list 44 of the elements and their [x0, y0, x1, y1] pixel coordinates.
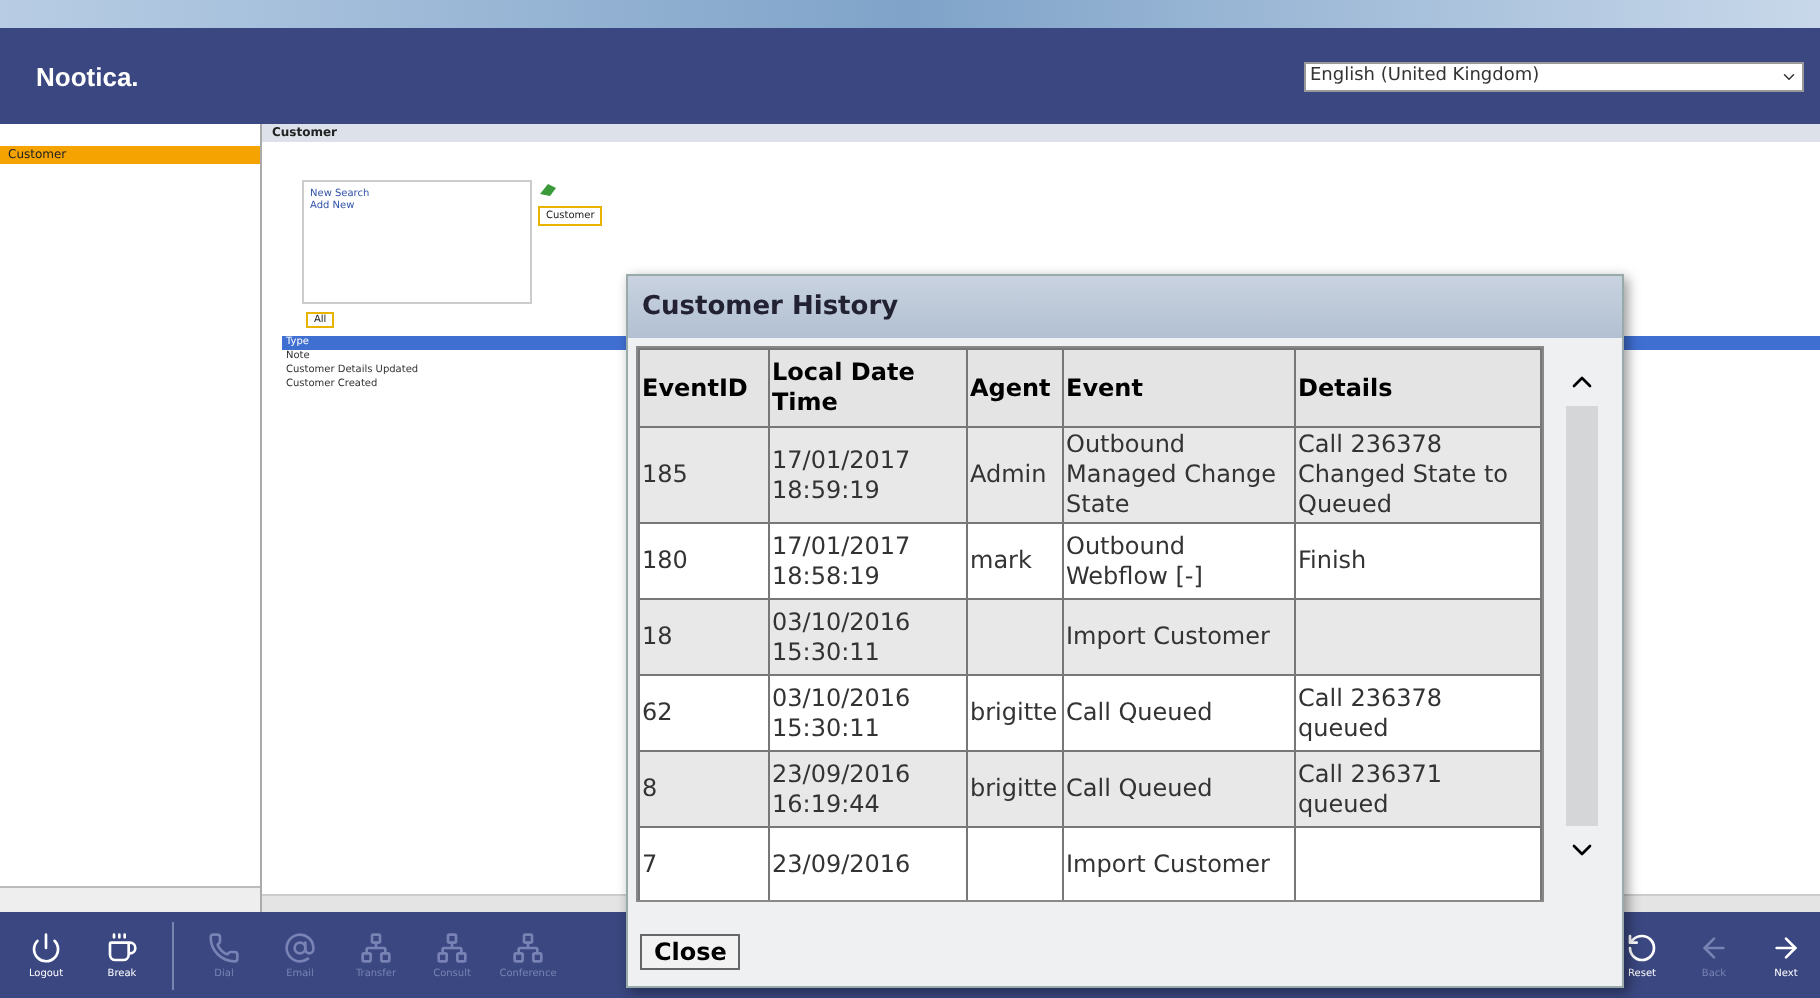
power-icon — [30, 931, 62, 963]
table-cell: 185 — [639, 427, 769, 523]
table-cell: 8 — [639, 751, 769, 827]
table-cell: Admin — [967, 427, 1063, 523]
network-icon — [360, 931, 392, 963]
table-cell: 03/10/2016 15:30:11 — [769, 675, 967, 751]
table-cell: Call 236378 queued — [1295, 675, 1541, 751]
network-icon — [512, 931, 544, 963]
column-header: Agent — [967, 349, 1063, 427]
column-header: Event — [1063, 349, 1295, 427]
table-cell: Call 236378 Changed State to Queued — [1295, 427, 1541, 523]
table-cell: 17/01/2017 18:59:19 — [769, 427, 967, 523]
table-cell: Call Queued — [1063, 675, 1295, 751]
language-select[interactable]: English (United Kingdom) — [1304, 61, 1804, 91]
dialog-title: Customer History — [628, 276, 1622, 338]
table-cell — [967, 599, 1063, 675]
table-cell: 62 — [639, 675, 769, 751]
at-sign-icon — [284, 931, 316, 963]
table-cell: 7 — [639, 827, 769, 900]
table-cell: mark — [967, 523, 1063, 599]
table-cell: brigitte — [967, 675, 1063, 751]
reset-icon — [1626, 931, 1658, 963]
close-button[interactable]: Close — [640, 934, 741, 970]
column-header: Details — [1295, 349, 1541, 427]
cup-icon — [106, 931, 138, 963]
table-cell: 03/10/2016 15:30:11 — [769, 599, 967, 675]
table-cell: Import Customer — [1063, 827, 1295, 900]
table-cell: Outbound Managed Change State — [1063, 427, 1295, 523]
table-cell: Import Customer — [1063, 599, 1295, 675]
logo: Nootica. — [36, 61, 139, 91]
table-cell: Finish — [1295, 523, 1541, 599]
table-cell: Outbound Webflow [-] — [1063, 523, 1295, 599]
table-cell: 23/09/2016 16:19:44 — [769, 751, 967, 827]
table-cell: 17/01/2017 18:58:19 — [769, 523, 967, 599]
phone-icon — [208, 931, 240, 963]
table-cell: Call Queued — [1063, 751, 1295, 827]
column-header: Local Date Time — [769, 349, 967, 427]
table-cell: 23/09/2016 — [769, 827, 967, 900]
table-cell: 18 — [639, 599, 769, 675]
table-cell: brigitte — [967, 751, 1063, 827]
table-cell: Call 236371 queued — [1295, 751, 1541, 827]
network-icon — [436, 931, 468, 963]
table-cell: 180 — [639, 523, 769, 599]
column-header: EventID — [639, 349, 769, 427]
